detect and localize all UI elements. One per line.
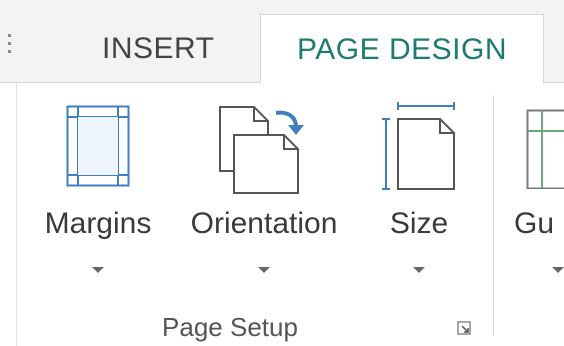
margins-label: Margins xyxy=(44,207,152,240)
guides-dropdown-caret-icon xyxy=(552,267,564,273)
orientation-dropdown-caret-icon xyxy=(258,267,270,273)
orientation-label: Orientation xyxy=(190,207,338,240)
margins-dropdown-caret-icon xyxy=(92,267,104,273)
orientation-button[interactable]: Orientation xyxy=(176,95,352,295)
ribbon-window: INSERT PAGE DESIGN Margins Orientation S… xyxy=(0,0,564,346)
margins-icon xyxy=(66,105,130,187)
dialog-launcher-icon[interactable] xyxy=(457,321,471,335)
size-dropdown-caret-icon xyxy=(413,267,425,273)
guides-button[interactable]: Gu xyxy=(508,95,564,295)
tab-insert[interactable]: INSERT xyxy=(102,24,214,82)
guides-label: Gu xyxy=(514,207,555,240)
margins-button[interactable]: Margins xyxy=(36,95,160,295)
size-icon xyxy=(382,102,455,190)
size-label: Size xyxy=(389,207,449,240)
ribbon-left-edge xyxy=(16,83,17,346)
size-button[interactable]: Size xyxy=(378,95,460,295)
guides-icon xyxy=(526,109,564,189)
page-setup-group-label: Page Setup xyxy=(162,312,298,342)
tab-page-design[interactable]: PAGE DESIGN xyxy=(260,14,544,84)
ribbon-body: Margins Orientation Size Page Setup Gu xyxy=(0,83,564,346)
ribbon-group-separator xyxy=(493,95,494,335)
tab-overflow-grip-icon[interactable] xyxy=(8,34,12,58)
orientation-icon xyxy=(219,106,304,194)
ribbon-tab-strip: INSERT PAGE DESIGN xyxy=(0,0,564,84)
